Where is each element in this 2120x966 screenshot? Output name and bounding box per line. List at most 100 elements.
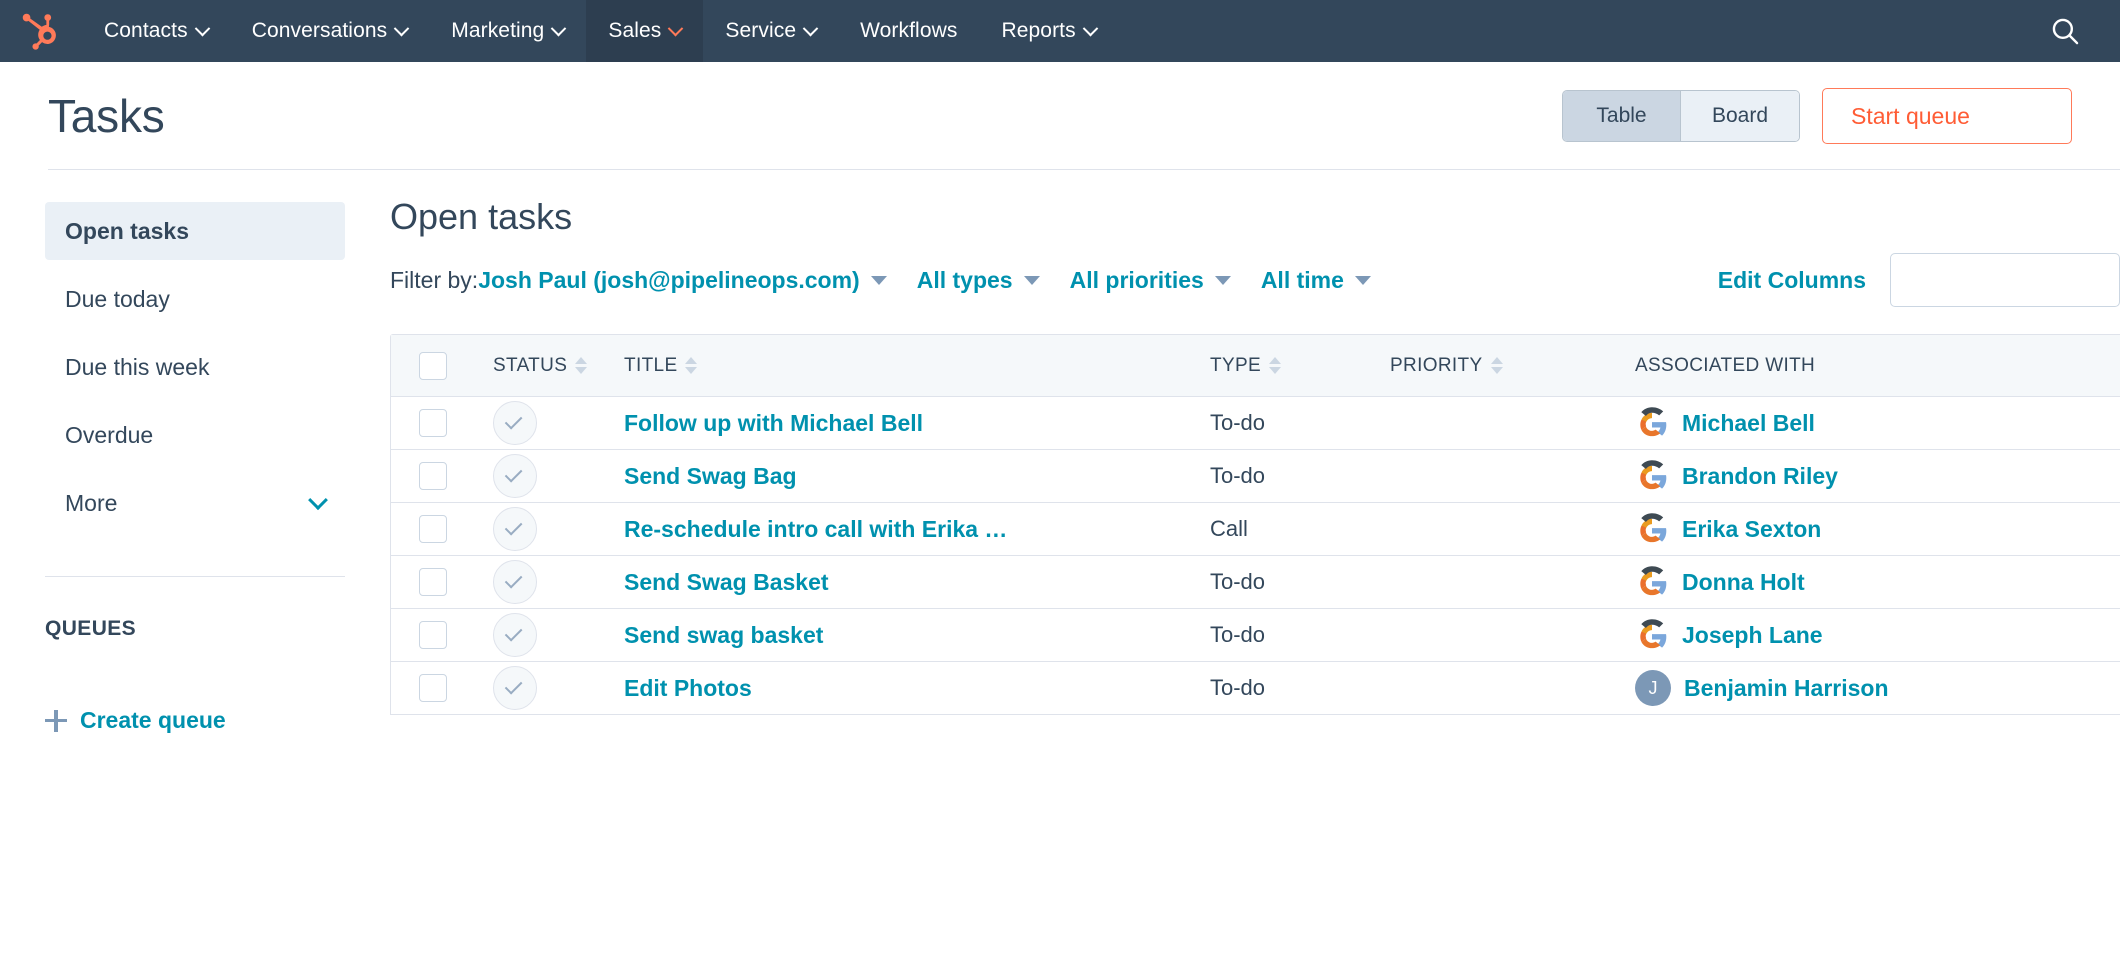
caret-down-icon <box>870 275 887 285</box>
associated-contact-link[interactable]: Joseph Lane <box>1682 622 1823 649</box>
search-input[interactable] <box>1890 253 2120 307</box>
associated-contact-link[interactable]: Michael Bell <box>1682 410 1815 437</box>
task-title-link[interactable]: Send Swag Basket <box>624 569 829 595</box>
row-title-cell: Edit Photos <box>610 675 1210 702</box>
table-row[interactable]: Edit Photos To-do J Benjamin Harrison <box>391 662 2120 715</box>
create-queue-button[interactable]: Create queue <box>45 707 345 734</box>
column-header-status[interactable]: STATUS <box>475 355 610 377</box>
associated-contact-link[interactable]: Erika Sexton <box>1682 516 1821 543</box>
select-all-cell <box>391 351 475 380</box>
view-toggle: Table Board <box>1562 90 1800 142</box>
row-associated-cell: Michael Bell <box>1635 406 2120 440</box>
nav-item-label: Conversations <box>251 19 388 42</box>
filter-priority-dropdown[interactable]: All priorities <box>1070 267 1231 294</box>
search-icon[interactable] <box>2048 14 2082 48</box>
row-select-cell <box>391 409 475 437</box>
mark-complete-button[interactable] <box>493 613 537 657</box>
row-checkbox[interactable] <box>419 621 447 649</box>
sidebar-item-more[interactable]: More <box>45 474 345 532</box>
associated-contact-link[interactable]: Brandon Riley <box>1682 463 1838 490</box>
sidebar-item-due-this-week[interactable]: Due this week <box>45 338 345 396</box>
task-title-link[interactable]: Send swag basket <box>624 622 823 648</box>
plus-icon <box>45 709 67 732</box>
filter-time-label: All time <box>1260 266 1344 293</box>
select-all-checkbox[interactable] <box>419 351 447 380</box>
table-row[interactable]: Follow up with Michael Bell To-do Michae… <box>391 397 2120 450</box>
nav-item-label: Service <box>725 19 797 42</box>
task-title-link[interactable]: Edit Photos <box>624 675 752 701</box>
row-checkbox[interactable] <box>419 674 447 702</box>
avatar-initial: J <box>1635 670 1671 706</box>
nav-right-actions <box>2048 0 2120 62</box>
column-header-type[interactable]: TYPE <box>1210 355 1390 377</box>
column-header-title[interactable]: TITLE <box>610 355 1210 377</box>
nav-item-reports[interactable]: Reports <box>979 0 1117 62</box>
filter-by-label: Filter by: <box>390 266 479 293</box>
table-row[interactable]: Send swag basket To-do Joseph Lane <box>391 609 2120 662</box>
task-type-value: Call <box>1210 516 1248 541</box>
sidebar-item-due-today[interactable]: Due today <box>45 270 345 328</box>
task-title-link[interactable]: Re-schedule intro call with Erika … <box>624 516 1007 542</box>
mark-complete-button[interactable] <box>493 560 537 604</box>
google-logo-icon <box>1640 566 1667 596</box>
check-icon <box>504 570 523 589</box>
header-actions: Table Board Start queue <box>1562 88 2072 144</box>
mark-complete-button[interactable] <box>493 401 537 445</box>
filter-time-dropdown[interactable]: All time <box>1261 267 1371 294</box>
row-title-cell: Send Swag Bag <box>610 463 1210 490</box>
task-title-link[interactable]: Follow up with Michael Bell <box>624 410 923 436</box>
sort-arrows-icon <box>1269 357 1282 374</box>
row-select-cell <box>391 462 475 490</box>
chevron-down-icon <box>1082 20 1098 36</box>
filter-bar: Filter by: Josh Paul (josh@pipelineops.c… <box>390 253 2120 307</box>
main-content: Open tasks Filter by: Josh Paul (josh@pi… <box>390 170 2120 966</box>
filter-priority-label: All priorities <box>1069 266 1204 293</box>
chevron-down-icon <box>668 20 684 36</box>
main-heading: Open tasks <box>390 196 573 237</box>
check-icon <box>504 517 523 536</box>
sidebar: Open tasks Due today Due this week Overd… <box>0 170 390 966</box>
caret-down-icon <box>1354 275 1371 285</box>
chevron-down-icon <box>393 20 410 36</box>
sidebar-item-overdue[interactable]: Overdue <box>45 406 345 464</box>
mark-complete-button[interactable] <box>493 666 537 710</box>
nav-item-marketing[interactable]: Marketing <box>429 0 586 62</box>
sidebar-item-label: More <box>65 489 118 516</box>
row-status-cell <box>475 560 610 604</box>
tasks-table: STATUS TITLE TYPE PRIORITY ASSOCIATED WI… <box>390 334 2120 715</box>
nav-item-label: Marketing <box>451 19 545 42</box>
associated-contact-link[interactable]: Donna Holt <box>1682 569 1805 596</box>
table-row[interactable]: Send Swag Basket To-do Donna Holt <box>391 556 2120 609</box>
row-checkbox[interactable] <box>419 568 447 596</box>
nav-item-sales[interactable]: Sales <box>586 0 704 62</box>
mark-complete-button[interactable] <box>493 507 537 551</box>
hubspot-logo[interactable] <box>0 0 82 62</box>
task-type-value: To-do <box>1210 410 1266 435</box>
sidebar-item-open-tasks[interactable]: Open tasks <box>45 202 345 260</box>
table-row[interactable]: Re-schedule intro call with Erika … Call… <box>391 503 2120 556</box>
column-header-label: TITLE <box>624 354 678 376</box>
row-status-cell <box>475 454 610 498</box>
view-toggle-table[interactable]: Table <box>1563 91 1681 141</box>
row-title-cell: Follow up with Michael Bell <box>610 410 1210 437</box>
filter-owner-dropdown[interactable]: Josh Paul (josh@pipelineops.com) <box>478 267 887 294</box>
nav-item-contacts[interactable]: Contacts <box>82 0 230 62</box>
edit-columns-button[interactable]: Edit Columns <box>1718 267 1866 294</box>
associated-contact-link[interactable]: Benjamin Harrison <box>1684 675 1889 702</box>
task-title-link[interactable]: Send Swag Bag <box>624 463 797 489</box>
table-row[interactable]: Send Swag Bag To-do Brandon Riley <box>391 450 2120 503</box>
row-checkbox[interactable] <box>419 462 447 490</box>
column-header-label: PRIORITY <box>1390 354 1483 376</box>
nav-item-service[interactable]: Service <box>703 0 838 62</box>
nav-item-workflows[interactable]: Workflows <box>838 0 979 62</box>
filter-type-dropdown[interactable]: All types <box>917 267 1040 294</box>
mark-complete-button[interactable] <box>493 454 537 498</box>
start-queue-button[interactable]: Start queue <box>1822 88 2072 144</box>
column-header-priority[interactable]: PRIORITY <box>1390 355 1635 377</box>
row-checkbox[interactable] <box>419 409 447 437</box>
nav-item-conversations[interactable]: Conversations <box>230 0 430 62</box>
view-toggle-board[interactable]: Board <box>1681 91 1799 141</box>
row-select-cell <box>391 674 475 702</box>
row-status-cell <box>475 666 610 710</box>
row-checkbox[interactable] <box>419 515 447 543</box>
